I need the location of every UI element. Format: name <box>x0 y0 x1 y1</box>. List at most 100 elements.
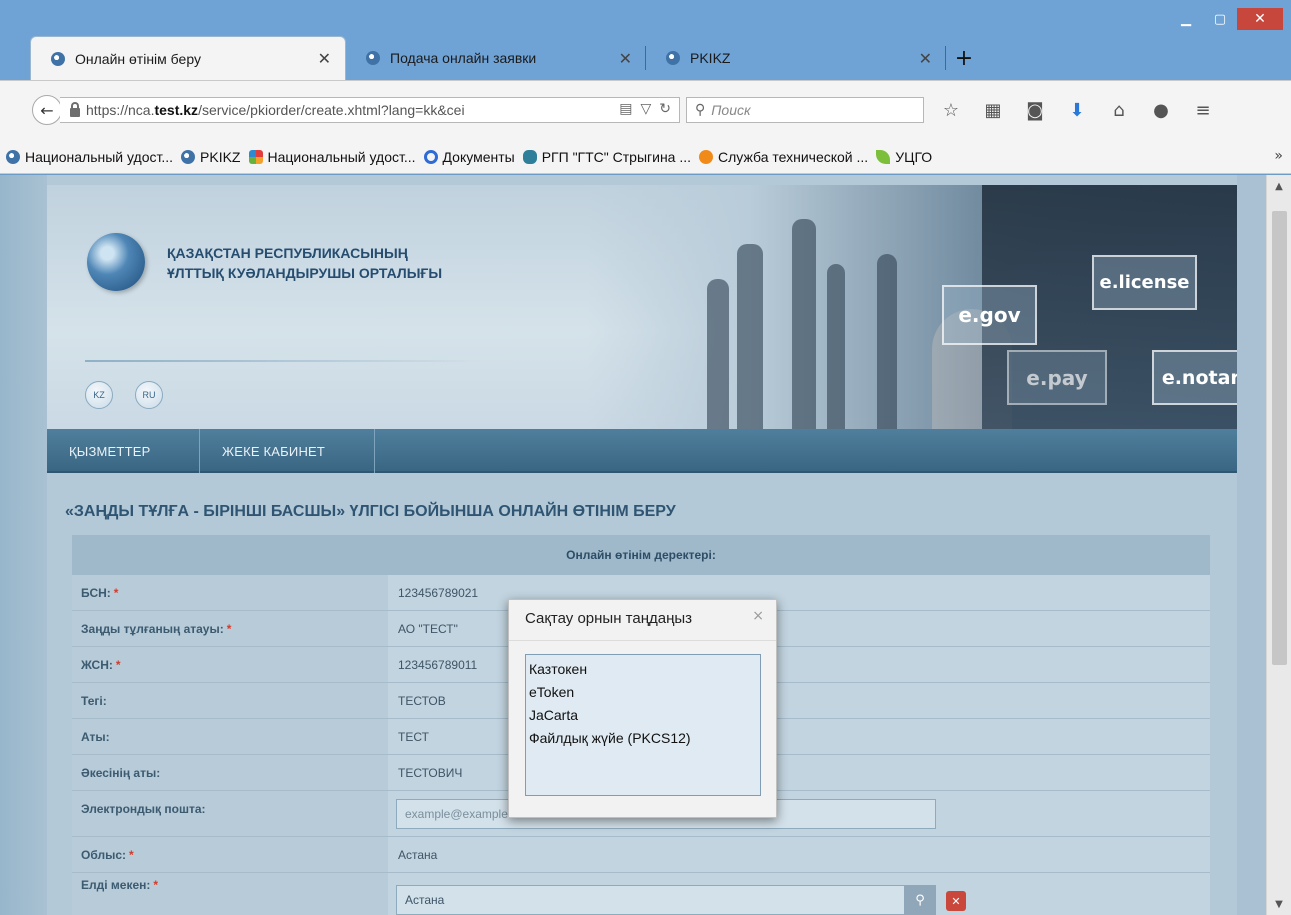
page-title: «ЗАҢДЫ ТҰЛҒА - БІРІНШІ БАСШЫ» ҮЛГІСІ БОЙ… <box>65 503 676 520</box>
window-controls: ▁ ▢ ✕ <box>1169 8 1283 30</box>
dropdown-arrow-icon[interactable]: ▽ <box>640 101 651 117</box>
close-tab-icon[interactable]: ✕ <box>318 49 331 68</box>
storage-option-file-system[interactable]: Файлдық жүйе (PKCS12) <box>528 727 758 750</box>
menu-personal-cabinet[interactable]: ЖЕКЕ КАБИНЕТ <box>200 429 374 473</box>
storage-option-kaztoken[interactable]: Казтокен <box>528 658 758 681</box>
elicense-badge: e.license <box>1092 255 1197 310</box>
bookmark-label: Национальный удост... <box>25 148 174 165</box>
tab-label: PKIKZ <box>690 50 731 66</box>
field-label: Әкесінің аты: <box>81 765 161 780</box>
field-label: Тегі: <box>81 693 107 708</box>
form-row-region: Облыс: * Астана <box>72 837 1210 873</box>
globe-icon <box>6 149 20 164</box>
lock-icon <box>70 101 80 117</box>
city-field[interactable]: Астана <box>396 885 936 915</box>
region-value[interactable]: Астана <box>388 837 1210 872</box>
tab-strip: Онлайн өтінім беру ✕ Подача онлайн заявк… <box>30 36 982 80</box>
person-silhouette <box>737 244 763 429</box>
new-tab-button[interactable]: + <box>946 36 982 80</box>
tab-online-application-ru[interactable]: Подача онлайн заявки ✕ <box>346 36 646 80</box>
person-silhouette <box>827 264 845 429</box>
minimize-button[interactable]: ▁ <box>1169 8 1203 30</box>
pocket-icon[interactable]: ◙ <box>1014 95 1056 125</box>
tab-pkikz[interactable]: PKIKZ ✕ <box>646 36 946 80</box>
home-icon[interactable]: ⌂ <box>1098 95 1140 125</box>
reader-view-icon[interactable]: ▤ <box>619 101 632 117</box>
tab-label: Онлайн өтінім беру <box>75 50 201 67</box>
scroll-up-icon[interactable]: ▲ <box>1267 175 1291 197</box>
shield-icon <box>522 149 537 164</box>
close-icon[interactable]: × <box>752 608 764 624</box>
divider <box>85 360 485 362</box>
close-tab-icon[interactable]: ✕ <box>919 49 932 68</box>
page-margin <box>0 175 47 915</box>
scroll-thumb[interactable] <box>1272 211 1287 665</box>
bookmark-item[interactable]: Национальный удост... <box>248 148 416 165</box>
scroll-down-icon[interactable]: ▼ <box>1267 893 1291 915</box>
person-silhouette <box>707 279 729 429</box>
back-button[interactable]: ← <box>32 95 62 125</box>
bookmarks-menu-icon[interactable]: ▦ <box>972 95 1014 125</box>
title-bar: ▁ ▢ ✕ Онлайн өтінім беру ✕ Подача онлайн… <box>0 0 1291 80</box>
form-section-title: Онлайн өтінім деректері: <box>72 535 1210 575</box>
header-banner: e.gov e.license e.pay e.notary <box>587 185 1237 429</box>
toolbar-icons: ☆ ▦ ◙ ⬇ ⌂ ● ≡ <box>930 95 1224 125</box>
lang-ru-button[interactable]: RU <box>135 381 163 409</box>
bookmark-item[interactable]: PKIKZ <box>181 148 241 165</box>
city-search-icon[interactable]: ⚲ <box>904 885 936 915</box>
globe-icon <box>181 149 196 164</box>
epay-badge: e.pay <box>1007 350 1107 405</box>
close-tab-icon[interactable]: ✕ <box>619 49 632 68</box>
reload-icon[interactable]: ↻ <box>659 101 671 117</box>
vertical-scrollbar[interactable]: ▲ ▼ <box>1266 175 1291 915</box>
downloads-icon[interactable]: ⬇ <box>1056 95 1098 125</box>
bookmark-label: УЦГО <box>895 148 933 165</box>
menu-divider <box>374 429 375 473</box>
field-label: Елді мекен: * <box>81 878 159 892</box>
chat-icon[interactable]: ● <box>1140 95 1182 125</box>
bookmark-label: PKIKZ <box>200 148 241 165</box>
field-label: Электрондық пошта: <box>81 802 206 816</box>
bookmark-label: Документы <box>442 148 515 165</box>
dialog-title: Сақтау орнын таңдаңыз <box>525 610 693 627</box>
close-window-button[interactable]: ✕ <box>1237 8 1283 30</box>
logo-line-2: ҰЛТТЫҚ КУӘЛАНДЫРУШЫ ОРТАЛЫҒЫ <box>167 265 443 281</box>
bookmark-label: Национальный удост... <box>267 148 416 165</box>
tab-online-application-kz[interactable]: Онлайн өтінім беру ✕ <box>30 36 346 80</box>
bookmarks-bar: Национальный удост... PKIKZ Национальный… <box>0 140 1291 174</box>
search-icon: ⚲ <box>695 102 706 118</box>
bookmark-item[interactable]: УЦГО <box>876 149 932 165</box>
more-bookmarks-icon[interactable]: » <box>1274 148 1283 164</box>
lang-kz-button[interactable]: KZ <box>85 381 113 409</box>
bookmark-item[interactable]: Документы <box>423 148 515 165</box>
bookmark-item[interactable]: РГП "ГТС" Стрыгина ... <box>522 149 691 165</box>
globe-icon <box>366 51 380 65</box>
storage-option-jacarta[interactable]: JaCarta <box>528 704 758 727</box>
search-bar[interactable]: ⚲ Поиск <box>686 97 924 123</box>
field-label: Заңды тұлғаның атауы: * <box>81 621 232 636</box>
maximize-button[interactable]: ▢ <box>1203 8 1237 30</box>
navigation-bar: ← https://nca. test.kz/service/pkiorder/c… <box>0 80 1291 140</box>
menu-services[interactable]: ҚЫЗМЕТТЕР <box>47 429 199 473</box>
address-bar[interactable]: https://nca. test.kz/service/pkiorder/cre… <box>60 97 680 123</box>
globe-icon <box>666 51 680 65</box>
form-row-city: Елді мекен: * Астана ⚲ ✕ <box>72 873 1210 915</box>
storage-option-etoken[interactable]: eToken <box>528 681 758 704</box>
enotary-badge: e.notary <box>1152 350 1237 405</box>
dialog-divider <box>509 640 776 641</box>
bookmark-star-icon[interactable]: ☆ <box>930 95 972 125</box>
field-label: Облыс: * <box>81 847 134 862</box>
storage-listbox[interactable]: Казтокен eToken JaCarta Файлдық жүйе (PK… <box>525 654 761 796</box>
logo-globe-icon <box>87 233 145 291</box>
person-silhouette <box>792 219 816 429</box>
leaf-icon <box>876 149 891 164</box>
city-clear-icon[interactable]: ✕ <box>946 891 966 911</box>
bookmark-item[interactable]: Национальный удост... <box>6 149 173 165</box>
tab-label: Подача онлайн заявки <box>390 50 537 66</box>
field-label: БСН: * <box>81 585 119 600</box>
bookmark-item[interactable]: Служба технической ... <box>699 149 868 165</box>
ring-icon <box>423 149 438 164</box>
url-path: /service/pkiorder/create.xhtml?lang=kk&c… <box>198 102 465 118</box>
site-logo-title[interactable]: ҚАЗАҚСТАН РЕСПУБЛИКАСЫНЫҢ ҰЛТТЫҚ КУӘЛАНД… <box>167 243 442 283</box>
menu-icon[interactable]: ≡ <box>1182 95 1224 125</box>
